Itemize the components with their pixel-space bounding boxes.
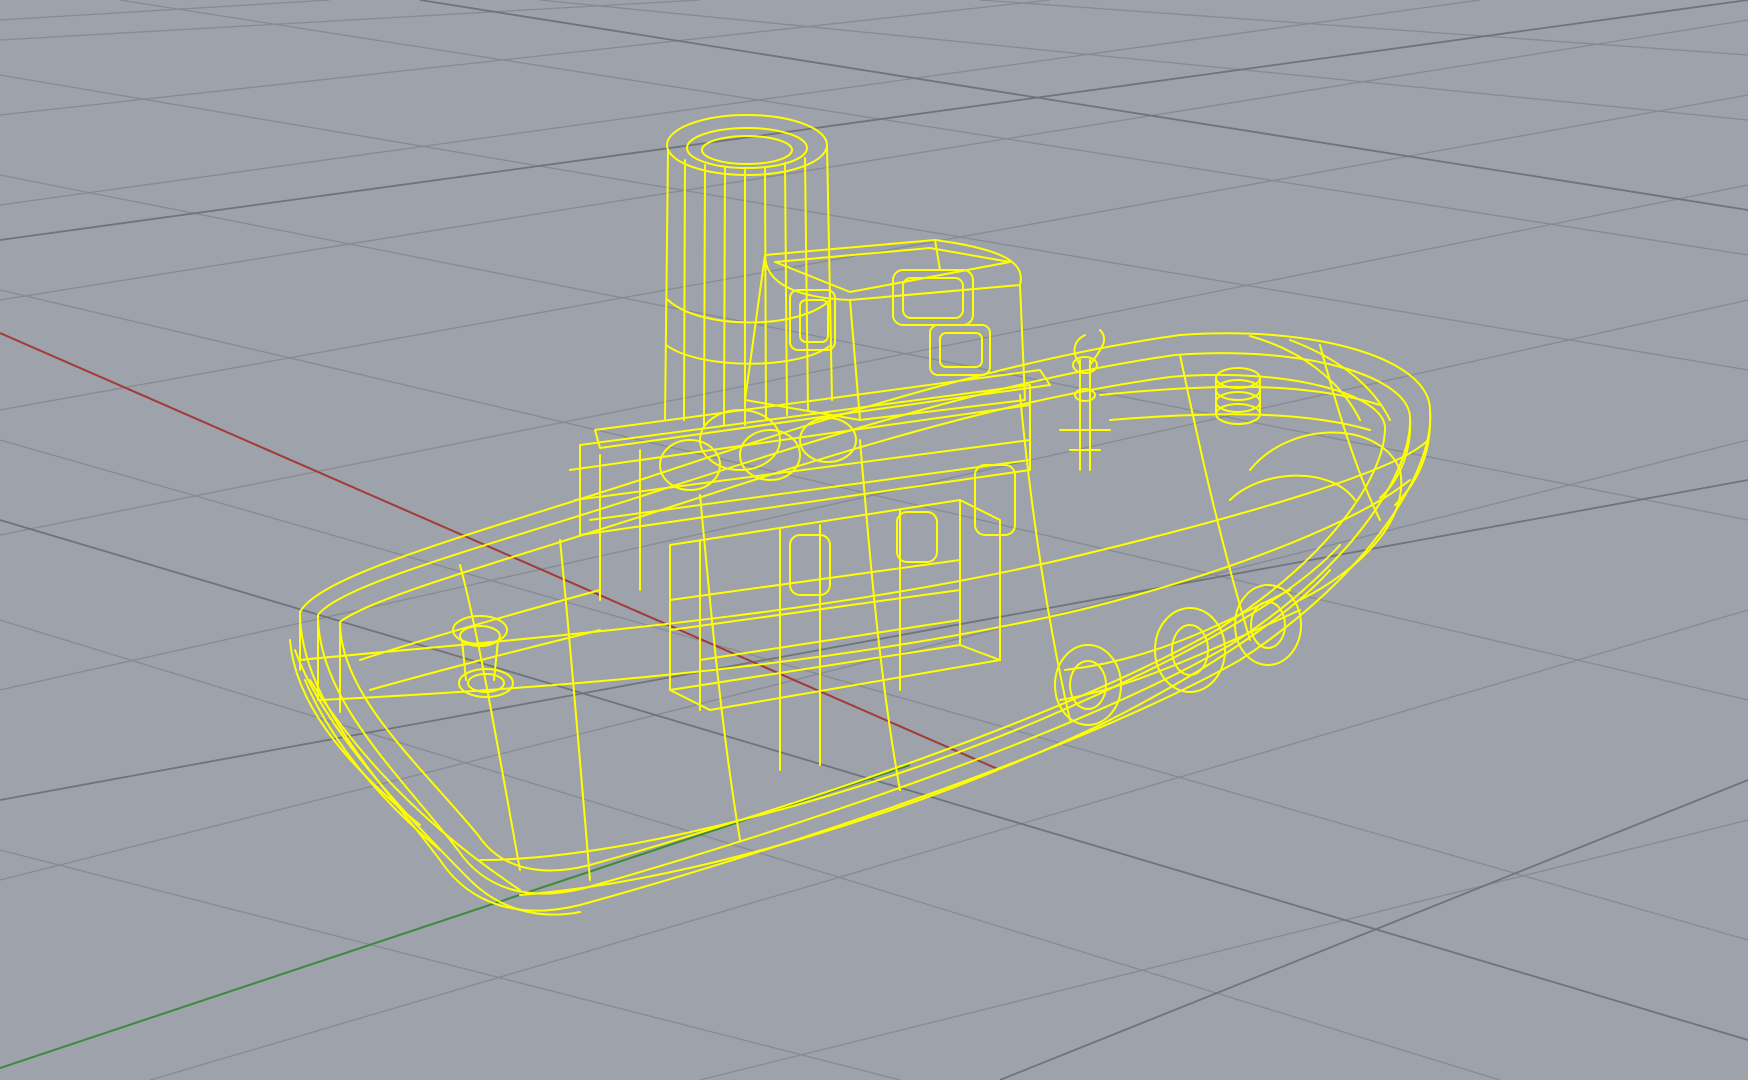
perspective-viewport[interactable] bbox=[0, 0, 1748, 1080]
viewport-background bbox=[0, 0, 1748, 1080]
viewport-canvas[interactable] bbox=[0, 0, 1748, 1080]
